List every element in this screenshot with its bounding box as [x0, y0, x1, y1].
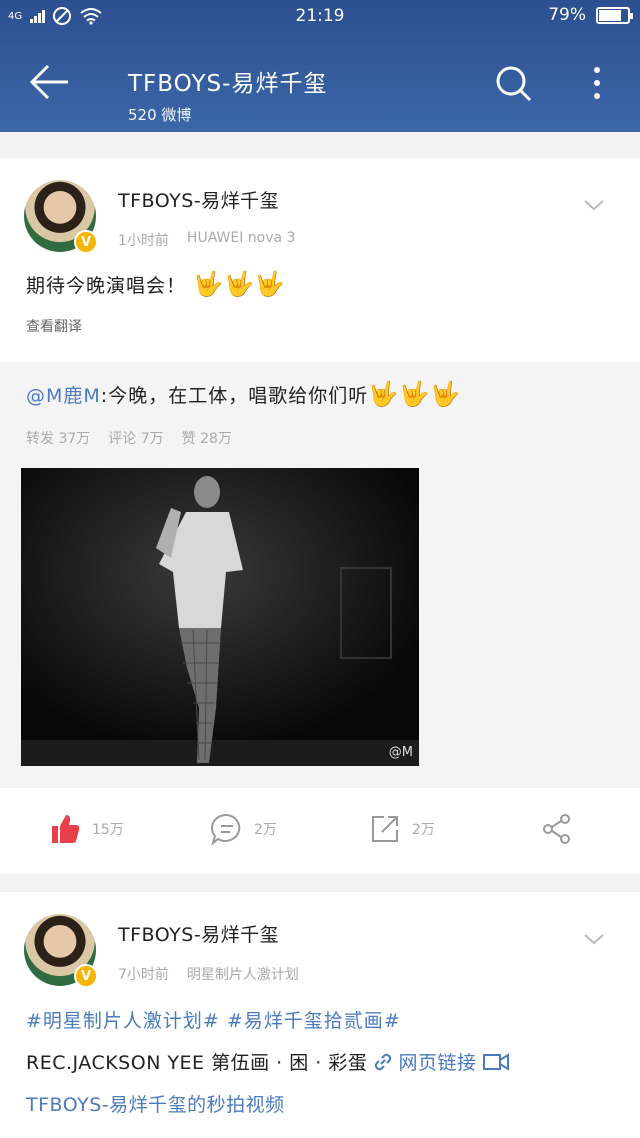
avatar[interactable]: V [24, 914, 98, 988]
post-text-body: REC.JACKSON YEE 第伍画 · 困 · 彩蛋 [26, 1052, 368, 1074]
share-network-button[interactable] [540, 812, 574, 846]
page-title: TFBOYS-易烊千玺 [128, 71, 328, 97]
repost-body: :今晚，在工体，唱歌给你们听 [100, 385, 369, 407]
post-text-body: 期待今晚演唱会！ [26, 275, 187, 297]
battery-icon [596, 6, 633, 24]
post-time: 7小时前 [118, 967, 169, 983]
rock-hand-emoji: 🤟🤟🤟 [193, 270, 286, 298]
repost-block[interactable]: @M鹿M:今晚，在工体，唱歌给你们听🤟🤟🤟 转发 37万 评论 7万 赞 28万 [0, 362, 640, 788]
web-link-label: 网页链接 [398, 1052, 477, 1074]
repost-text: @M鹿M:今晚，在工体，唱歌给你们听🤟🤟🤟 [26, 380, 461, 408]
post-text: REC.JACKSON YEE 第伍画 · 困 · 彩蛋 网页链接 [26, 1048, 509, 1075]
share-button[interactable]: 2万 [368, 812, 435, 846]
forward-icon [372, 816, 398, 842]
more-vertical-icon [594, 67, 600, 99]
post-text: 期待今晚演唱会！ 🤟🤟🤟 [26, 270, 286, 298]
chevron-down-icon[interactable] [582, 196, 606, 214]
post-username[interactable]: TFBOYS-易烊千玺 [118, 186, 279, 213]
thumbs-up-icon [52, 815, 80, 843]
status-bar: 4G 21:19 79% [0, 0, 640, 34]
status-right: 79% [548, 5, 633, 25]
comment-count: 2万 [254, 822, 277, 838]
post-image[interactable]: @M [21, 468, 419, 766]
battery-percent: 79% [548, 5, 586, 25]
search-button[interactable] [492, 62, 536, 106]
comment-button[interactable]: 2万 [210, 812, 277, 846]
status-time: 21:19 [295, 6, 345, 26]
translate-link[interactable]: 查看翻译 [26, 316, 82, 336]
avatar[interactable]: V [24, 180, 98, 254]
video-link[interactable]: TFBOYS-易烊千玺的秒拍视频 [26, 1090, 285, 1117]
web-link[interactable]: 网页链接 [374, 1052, 483, 1074]
post-username[interactable]: TFBOYS-易烊千玺 [118, 920, 279, 947]
like-count-stat: 赞 28万 [181, 431, 232, 447]
post-card[interactable]: V TFBOYS-易烊千玺 7小时前 明星制片人激计划 #明星制片人激计划# #… [0, 892, 640, 1138]
link-icon [374, 1053, 392, 1071]
like-count: 15万 [92, 822, 124, 838]
verified-badge-icon: V [74, 964, 98, 988]
post-card[interactable]: V TFBOYS-易烊千玺 1小时前 HUAWEI nova 3 期待今晚演唱会… [0, 158, 640, 362]
post-source: 明星制片人激计划 [186, 967, 299, 983]
repost-count: 转发 37万 [26, 431, 91, 447]
post-time: 1小时前 [118, 233, 169, 249]
image-watermark: @M [388, 745, 413, 760]
search-icon [496, 66, 532, 102]
hashtags[interactable]: #明星制片人激计划# #易烊千玺拾贰画# [26, 1006, 401, 1033]
battery-level [599, 9, 621, 21]
share-icon [543, 814, 570, 844]
comment-count-stat: 评论 7万 [108, 431, 164, 447]
rock-hand-emoji: 🤟🤟🤟 [368, 380, 461, 408]
title-block: TFBOYS-易烊千玺 520 微博 [128, 64, 327, 125]
back-button[interactable] [28, 62, 72, 102]
like-button[interactable]: 15万 [48, 812, 124, 846]
mention-link[interactable]: @M鹿M [26, 385, 101, 407]
chevron-down-icon[interactable] [582, 930, 606, 948]
video-icon[interactable] [483, 1052, 509, 1072]
post-meta: 7小时前 明星制片人激计划 [118, 964, 299, 984]
repost-stats: 转发 37万 评论 7万 赞 28万 [26, 428, 232, 448]
post-device: HUAWEI nova 3 [186, 230, 296, 246]
post-count: 520 微博 [128, 106, 192, 124]
arrow-left-icon [29, 64, 68, 100]
more-button[interactable] [582, 62, 612, 106]
concert-photo [21, 468, 419, 766]
post-meta: 1小时前 HUAWEI nova 3 [118, 230, 295, 250]
verified-badge-icon: V [74, 230, 98, 254]
post-action-bar: 15万 2万 2万 [0, 788, 640, 874]
share-count: 2万 [412, 822, 435, 838]
top-bar: 4G 21:19 79% TFBOYS-易烊千玺 520 微博 [0, 0, 640, 132]
comment-icon [211, 813, 241, 846]
